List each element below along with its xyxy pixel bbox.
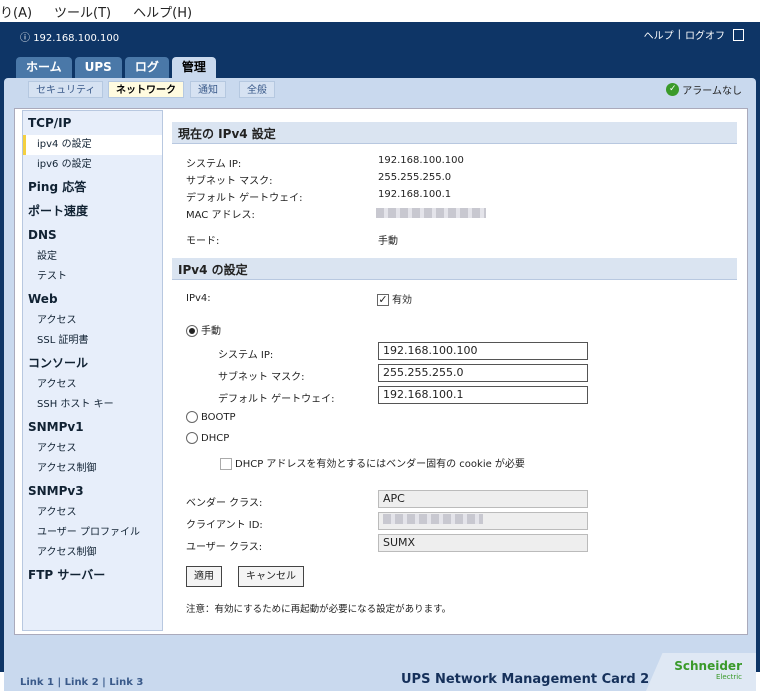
help-link[interactable]: ヘルプ — [644, 27, 674, 42]
sub-nav: セキュリティ ネットワーク 通知 全般 ✓ アラームなし — [4, 78, 756, 102]
logout-icon[interactable] — [733, 28, 744, 41]
footer-link-3[interactable]: Link 3 — [109, 677, 143, 688]
gateway-input[interactable]: 192.168.100.1 — [378, 386, 588, 404]
sidebar-ipv4[interactable]: ipv4 の設定 — [23, 135, 162, 155]
sidebar-snmpv1[interactable]: SNMPv1 — [23, 415, 162, 439]
restart-note: 注意：有効にするために再起動が必要になる設定があります。 — [186, 604, 452, 615]
menu-tools[interactable]: ツール(T) — [54, 2, 111, 21]
sidebar-ipv6[interactable]: ipv6 の設定 — [23, 155, 162, 175]
radio-manual[interactable]: 手動 — [186, 322, 221, 337]
sidebar-console-access[interactable]: アクセス — [23, 375, 162, 395]
radio-bootp[interactable]: BOOTP — [186, 411, 236, 423]
sidebar-snmpv3-access[interactable]: アクセス — [23, 503, 162, 523]
menu-help[interactable]: ヘルプ(H) — [133, 2, 192, 21]
sidebar-ssh-host-key[interactable]: SSH ホスト キー — [23, 395, 162, 415]
tab-admin[interactable]: 管理 — [171, 57, 216, 78]
sidebar: TCP/IP ipv4 の設定 ipv6 の設定 Ping 応答 ポート速度 D… — [22, 110, 163, 631]
sidebar-snmpv3-access-control[interactable]: アクセス制御 — [23, 543, 162, 563]
sidebar-web-access[interactable]: アクセス — [23, 311, 162, 331]
menu-item[interactable]: り(A) — [0, 2, 32, 21]
system-ip-input[interactable]: 192.168.100.100 — [378, 342, 588, 360]
menu-bar: り(A) ツール(T) ヘルプ(H) — [0, 0, 760, 22]
info-icon: ⓘ — [20, 33, 34, 44]
ipv4-settings-heading: IPv4 の設定 — [172, 258, 737, 280]
sidebar-port-speed[interactable]: ポート速度 — [23, 199, 162, 223]
sidebar-web[interactable]: Web — [23, 287, 162, 311]
subnet-mask-input[interactable]: 255.255.255.0 — [378, 364, 588, 382]
dhcp-cookie-checkbox[interactable]: DHCP アドレスを有効とするにはベンダー固有の cookie が必要 — [220, 455, 525, 470]
subtab-general[interactable]: 全般 — [239, 81, 275, 98]
mac-address-blurred — [376, 208, 486, 221]
tab-log[interactable]: ログ — [124, 57, 169, 78]
tab-home[interactable]: ホーム — [16, 57, 72, 78]
device-ip: ⓘ 192.168.100.100 — [20, 33, 120, 44]
sidebar-ssl-cert[interactable]: SSL 証明書 — [23, 331, 162, 351]
logoff-link[interactable]: ログオフ — [685, 27, 725, 42]
sidebar-ping[interactable]: Ping 応答 — [23, 175, 162, 199]
current-ipv4-heading: 現在の IPv4 設定 — [172, 122, 737, 144]
main-tabs: ホーム UPS ログ 管理 — [16, 57, 216, 78]
tab-ups[interactable]: UPS — [74, 57, 122, 78]
separator: | — [677, 29, 681, 40]
sidebar-console[interactable]: コンソール — [23, 351, 162, 375]
subtab-security[interactable]: セキュリティ — [28, 81, 104, 98]
subtab-network[interactable]: ネットワーク — [108, 81, 184, 98]
sidebar-snmpv1-access[interactable]: アクセス — [23, 439, 162, 459]
vendor-class-input[interactable]: APC — [378, 490, 588, 508]
current-gateway: 192.168.100.1 — [378, 189, 452, 200]
schneider-logo: Schneider Electric — [646, 653, 756, 691]
current-subnet: 255.255.255.0 — [378, 172, 452, 183]
product-name: UPS Network Management Card 2 — [401, 672, 650, 687]
current-system-ip: 192.168.100.100 — [378, 155, 464, 166]
current-mode: 手動 — [378, 236, 398, 247]
sidebar-tcpip[interactable]: TCP/IP — [23, 111, 162, 135]
user-class-input[interactable]: SUMX — [378, 534, 588, 552]
alarm-status: ✓ アラームなし — [666, 82, 742, 97]
footer-link-2[interactable]: Link 2 — [65, 677, 99, 688]
subtab-notification[interactable]: 通知 — [190, 81, 226, 98]
radio-dhcp[interactable]: DHCP — [186, 432, 229, 444]
footer-link-1[interactable]: Link 1 — [20, 677, 54, 688]
footer: Link 1 | Link 2 | Link 3 UPS Network Man… — [4, 635, 756, 691]
apply-button[interactable]: 適用 — [186, 566, 222, 587]
ipv4-enable-checkbox[interactable]: ✓ 有効 — [377, 291, 412, 306]
sidebar-snmpv1-access-control[interactable]: アクセス制御 — [23, 459, 162, 479]
sidebar-dns[interactable]: DNS — [23, 223, 162, 247]
sidebar-dns-settings[interactable]: 設定 — [23, 247, 162, 267]
sidebar-dns-test[interactable]: テスト — [23, 267, 162, 287]
main-content: 現在の IPv4 設定 IPv4 の設定 — [172, 122, 737, 280]
client-id-input[interactable] — [378, 512, 588, 530]
sidebar-snmpv3[interactable]: SNMPv3 — [23, 479, 162, 503]
sidebar-user-profile[interactable]: ユーザー プロファイル — [23, 523, 162, 543]
check-icon: ✓ — [666, 83, 680, 96]
sidebar-ftp-server[interactable]: FTP サーバー — [23, 563, 162, 587]
cancel-button[interactable]: キャンセル — [238, 566, 304, 587]
